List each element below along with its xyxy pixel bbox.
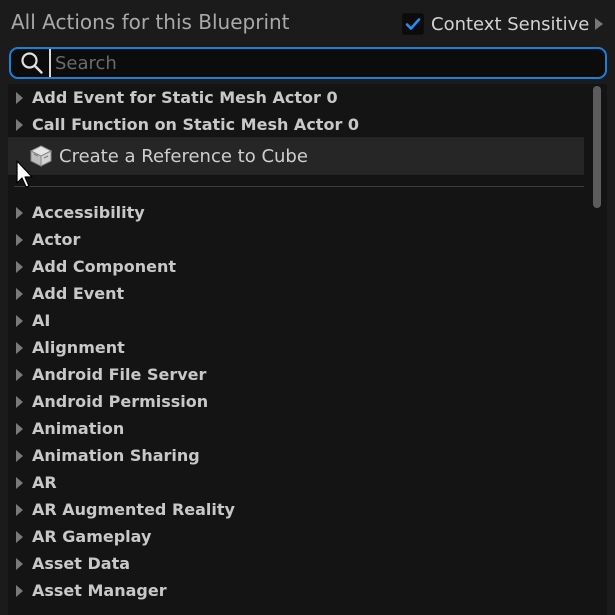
- list-item-add-event-static-mesh[interactable]: Add Event for Static Mesh Actor 0: [8, 84, 338, 111]
- category-item[interactable]: AR Augmented Reality: [8, 496, 235, 523]
- search-box[interactable]: [9, 47, 607, 79]
- category-label: AR Augmented Reality: [32, 500, 235, 519]
- category-item[interactable]: Android Permission: [8, 388, 208, 415]
- expand-triangle-icon[interactable]: [16, 260, 23, 273]
- list-item-call-function-static-mesh[interactable]: Call Function on Static Mesh Actor 0: [8, 111, 359, 138]
- category-item[interactable]: Add Component: [8, 253, 176, 280]
- expand-triangle-icon[interactable]: [16, 395, 23, 408]
- scrollbar-thumb[interactable]: [593, 86, 601, 208]
- category-item[interactable]: AR: [8, 469, 57, 496]
- expand-triangle-icon[interactable]: [16, 91, 23, 104]
- expand-triangle-icon[interactable]: [16, 206, 23, 219]
- category-item[interactable]: Accessibility: [8, 199, 145, 226]
- category-label: Add Component: [32, 257, 176, 276]
- mouse-cursor-icon: [16, 160, 36, 190]
- expand-triangle-icon[interactable]: [16, 422, 23, 435]
- menu-header: All Actions for this Blueprint Context S…: [0, 0, 615, 46]
- expand-triangle-icon[interactable]: [16, 476, 23, 489]
- search-input[interactable]: [49, 49, 605, 77]
- context-sensitive-toggle[interactable]: Context Sensitive: [402, 11, 604, 37]
- category-item[interactable]: Asset Data: [8, 550, 130, 577]
- category-label: Alignment: [32, 338, 125, 357]
- expand-triangle-icon[interactable]: [16, 233, 23, 246]
- list-item-label: Create a Reference to Cube: [59, 145, 308, 167]
- list-item-label: Call Function on Static Mesh Actor 0: [32, 115, 360, 134]
- expand-triangle-icon[interactable]: [16, 584, 23, 597]
- category-label: Asset Manager: [32, 581, 167, 600]
- list-item-label: Add Event for Static Mesh Actor 0: [32, 88, 338, 107]
- category-item[interactable]: Add Event: [8, 280, 124, 307]
- category-label: Actor: [32, 230, 81, 249]
- expand-triangle-icon[interactable]: [16, 503, 23, 516]
- menu-title: All Actions for this Blueprint: [11, 10, 290, 34]
- category-label: Animation: [32, 419, 125, 438]
- category-label: Accessibility: [32, 203, 145, 222]
- category-item[interactable]: AI: [8, 307, 50, 334]
- category-item[interactable]: Animation Sharing: [8, 442, 200, 469]
- blueprint-action-menu: All Actions for this Blueprint Context S…: [0, 0, 615, 615]
- category-item[interactable]: Android File Server: [8, 361, 206, 388]
- context-sensitive-label: Context Sensitive: [431, 13, 590, 35]
- checkmark-icon: [405, 18, 421, 30]
- category-item[interactable]: Alignment: [8, 334, 125, 361]
- category-label: AI: [32, 311, 51, 330]
- search-icon: [17, 49, 47, 77]
- expand-triangle-icon[interactable]: [16, 287, 23, 300]
- action-list: Add Event for Static Mesh Actor 0 Call F…: [8, 84, 607, 615]
- expand-triangle-icon[interactable]: [16, 368, 23, 381]
- expand-triangle-icon[interactable]: [16, 314, 23, 327]
- category-label: Android File Server: [32, 365, 207, 384]
- category-label: Add Event: [32, 284, 125, 303]
- expand-triangle-icon[interactable]: [16, 118, 23, 131]
- expand-triangle-icon[interactable]: [16, 341, 23, 354]
- category-label: Animation Sharing: [32, 446, 200, 465]
- category-label: Asset Data: [32, 554, 131, 573]
- expand-triangle-icon[interactable]: [16, 530, 23, 543]
- category-label: Android Permission: [32, 392, 209, 411]
- category-item[interactable]: AR Gameplay: [8, 523, 151, 550]
- category-item[interactable]: Actor: [8, 226, 80, 253]
- category-item[interactable]: Asset Manager: [8, 577, 167, 604]
- expand-triangle-icon[interactable]: [16, 449, 23, 462]
- list-divider: [14, 186, 584, 187]
- expand-triangle-icon[interactable]: [16, 557, 23, 570]
- context-sensitive-checkbox[interactable]: [402, 13, 424, 35]
- category-item[interactable]: Animation: [8, 415, 124, 442]
- list-item-create-reference[interactable]: Create a Reference to Cube: [8, 137, 584, 175]
- category-label: AR: [32, 473, 57, 492]
- expand-arrow-icon[interactable]: [595, 18, 604, 30]
- category-label: AR Gameplay: [32, 527, 152, 546]
